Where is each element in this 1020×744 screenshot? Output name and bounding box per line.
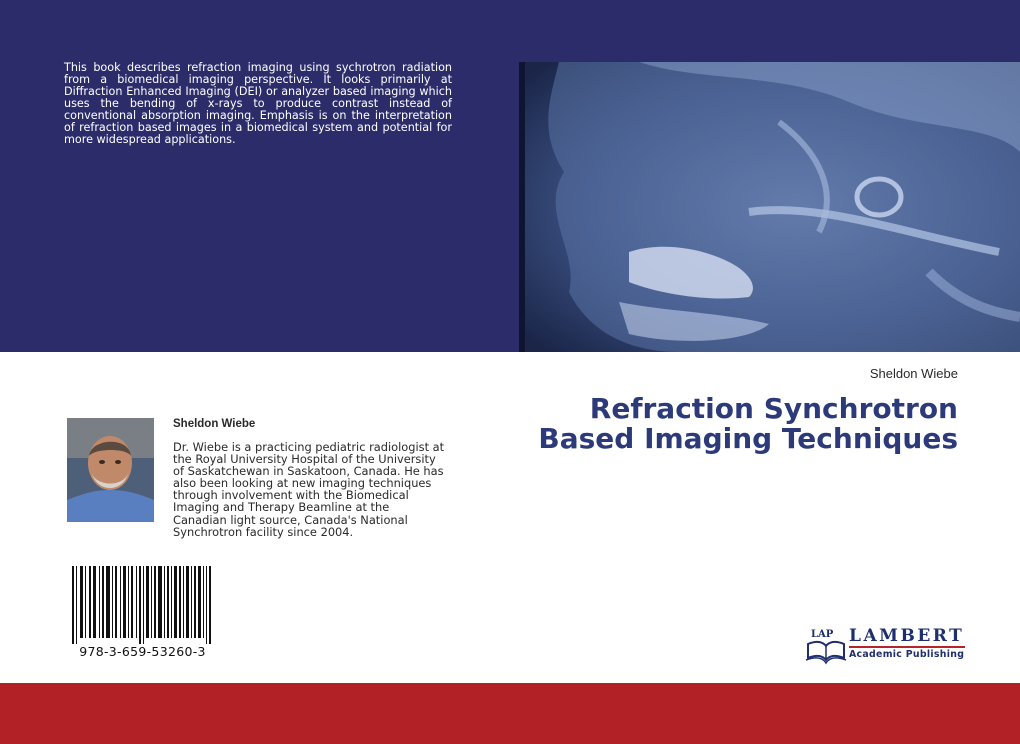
barcode	[70, 566, 215, 644]
title-line-2: Based Imaging Techniques	[538, 422, 958, 455]
publisher-mark: LAP	[811, 629, 834, 640]
bio-author-name: Sheldon Wiebe	[173, 418, 256, 430]
back-cover-blurb: This book describes refraction imaging u…	[64, 61, 452, 146]
book-title: Refraction Synchrotron Based Imaging Tec…	[518, 394, 958, 454]
bottom-red-band	[0, 683, 1020, 744]
author-photo	[67, 418, 154, 522]
title-line-1: Refraction Synchrotron	[589, 392, 958, 425]
publisher-logo-block: LAP LAMBERT Academic Publishing	[805, 626, 967, 666]
publisher-name: LAMBERT	[849, 626, 965, 648]
publisher-subtitle: Academic Publishing	[849, 649, 965, 660]
cover-author: Sheldon Wiebe	[869, 366, 958, 381]
author-bio: Dr. Wiebe is a practicing pediatric radi…	[173, 440, 445, 539]
cover-xray-image	[519, 62, 1020, 352]
isbn-number: 978-3-659-53260-3	[79, 644, 206, 659]
open-book-icon: LAP	[805, 626, 847, 666]
